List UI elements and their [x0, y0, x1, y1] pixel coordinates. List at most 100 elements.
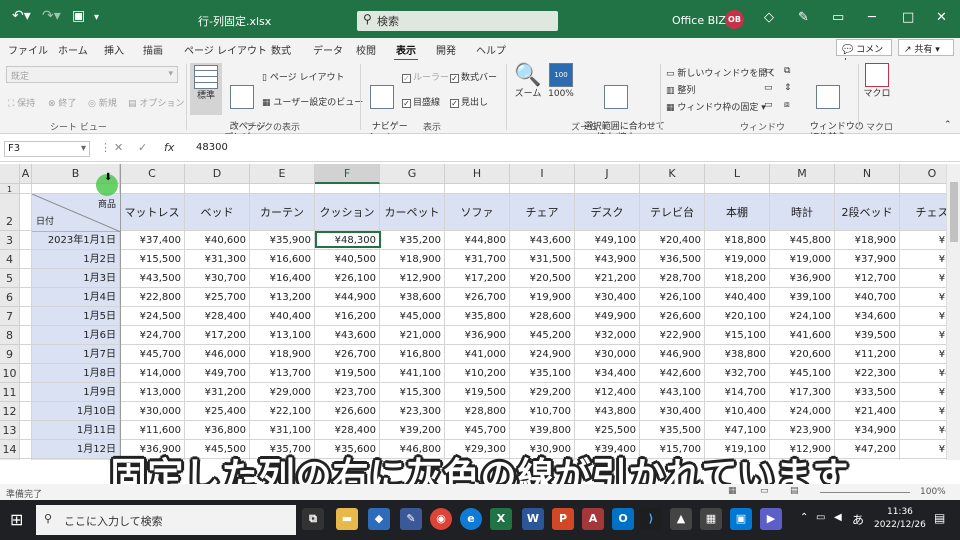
search-box[interactable]: ⚲ 検索 — [357, 11, 558, 31]
tab-insert[interactable]: 挿入 — [104, 42, 124, 57]
value-cell[interactable]: ¥45,700 — [445, 421, 510, 440]
value-cell[interactable]: ¥26,100 — [315, 269, 380, 288]
value-cell[interactable]: ¥37,900 — [835, 250, 900, 269]
value-cell[interactable]: ¥22,300 — [835, 364, 900, 383]
value-cell[interactable]: ¥46,900 — [640, 345, 705, 364]
value-cell[interactable]: ¥45,200 — [510, 326, 575, 345]
value-cell[interactable]: ¥14,000 — [120, 364, 185, 383]
value-cell[interactable]: ¥24,100 — [770, 307, 835, 326]
tab-view[interactable]: 表示 — [394, 42, 418, 62]
value-cell[interactable]: ¥34, — [900, 326, 946, 345]
table-cell[interactable] — [835, 184, 900, 194]
value-cell[interactable]: ¥18,200 — [705, 269, 770, 288]
value-cell[interactable]: ¥31,500 — [510, 250, 575, 269]
ribbon-display-icon[interactable]: ▭ — [832, 10, 844, 25]
tab-page-layout[interactable]: ページ レイアウト — [184, 42, 267, 57]
row-header-10[interactable]: 10 — [0, 364, 20, 383]
row-header-12[interactable]: 12 — [0, 402, 20, 421]
table-cell[interactable] — [640, 184, 705, 194]
select-all-corner[interactable] — [0, 164, 20, 184]
corner-header-cell[interactable]: 商品 日付 — [32, 194, 121, 232]
keep-view-button[interactable]: ⛶ 保持 — [8, 96, 35, 109]
gridlines-checkbox[interactable]: ✓ 目盛線 — [402, 95, 440, 108]
ruler-checkbox[interactable]: ✓ ルーラー — [402, 70, 449, 83]
name-box[interactable]: F3 ▾ — [4, 141, 90, 157]
value-cell[interactable]: ¥15,300 — [380, 383, 445, 402]
diamond-icon[interactable]: ◇ — [764, 10, 774, 25]
column-header-l[interactable]: L — [705, 164, 770, 184]
column-header-k[interactable]: K — [640, 164, 705, 184]
redo-icon[interactable]: ↷▾ — [42, 8, 61, 24]
file-explorer-icon[interactable]: ▬ — [336, 508, 358, 530]
column-header-m[interactable]: M — [770, 164, 835, 184]
task-view-icon[interactable]: ⧉ — [302, 508, 324, 530]
column-header-f[interactable]: F — [315, 164, 380, 184]
row-header-1[interactable]: 1 — [0, 184, 20, 194]
value-cell[interactable]: ¥39,100 — [770, 288, 835, 307]
row-header-11[interactable]: 11 — [0, 383, 20, 402]
column-header-i[interactable]: I — [510, 164, 575, 184]
value-cell[interactable]: ¥28,400 — [315, 421, 380, 440]
photos-icon[interactable]: ▣ — [730, 508, 752, 530]
product-header[interactable]: 2段ベッド — [835, 194, 900, 231]
value-cell[interactable]: ¥31,200 — [185, 383, 250, 402]
value-cell[interactable]: ¥35,800 — [445, 307, 510, 326]
value-cell[interactable]: ¥25,400 — [185, 402, 250, 421]
value-cell[interactable]: ¥31,700 — [445, 250, 510, 269]
value-cell[interactable]: ¥22,800 — [120, 288, 185, 307]
side-by-side-icon[interactable]: ⧉ — [784, 66, 790, 76]
value-cell[interactable]: ¥26,100 — [640, 288, 705, 307]
table-cell[interactable] — [20, 402, 32, 421]
value-cell[interactable]: ¥32,700 — [705, 364, 770, 383]
edge-icon[interactable]: e — [460, 508, 482, 530]
table-cell[interactable] — [250, 184, 315, 194]
value-cell[interactable]: ¥34,600 — [835, 307, 900, 326]
formula-bar-checkbox[interactable]: ✓ 数式バー — [450, 70, 497, 83]
account-name[interactable]: Office BIZ — [672, 14, 726, 27]
value-cell[interactable]: ¥21,200 — [575, 269, 640, 288]
value-cell[interactable]: ¥10,700 — [510, 402, 575, 421]
value-cell[interactable]: ¥36,500 — [640, 250, 705, 269]
value-cell[interactable]: ¥16,200 — [315, 307, 380, 326]
value-cell[interactable]: ¥30,400 — [640, 402, 705, 421]
page-break-status-icon[interactable]: ▤ — [790, 486, 799, 496]
row-header-9[interactable]: 9 — [0, 345, 20, 364]
date-cell[interactable]: 1月6日 — [32, 326, 120, 345]
value-cell[interactable]: ¥20,400 — [640, 231, 705, 250]
column-header-o[interactable]: O — [900, 164, 946, 184]
zoom-slider[interactable] — [820, 492, 910, 493]
column-header-d[interactable]: D — [185, 164, 250, 184]
date-cell[interactable]: 1月11日 — [32, 421, 120, 440]
value-cell[interactable]: ¥43,600 — [315, 326, 380, 345]
value-cell[interactable]: ¥21,000 — [380, 326, 445, 345]
word-icon[interactable]: W — [522, 508, 544, 530]
row-header-13[interactable]: 13 — [0, 421, 20, 440]
row-header-5[interactable]: 5 — [0, 269, 20, 288]
row-header-4[interactable]: 4 — [0, 250, 20, 269]
avatar[interactable]: OB — [725, 10, 744, 29]
normal-view-button[interactable]: 標準 — [190, 63, 222, 115]
unhide-icon[interactable]: ▭ — [764, 100, 773, 110]
macros-button[interactable]: マクロ — [862, 63, 892, 100]
new-view-button[interactable]: ◎ 新規 — [88, 96, 117, 109]
row-header-7[interactable]: 7 — [0, 307, 20, 326]
share-button[interactable]: ↗ 共有 ▾ — [898, 39, 954, 56]
scrollbar-thumb[interactable] — [950, 182, 958, 242]
app-icon[interactable]: ▲ — [670, 508, 692, 530]
value-cell[interactable]: ¥30,400 — [575, 288, 640, 307]
row-header-6[interactable]: 6 — [0, 288, 20, 307]
table-cell[interactable] — [20, 194, 32, 231]
value-cell[interactable]: ¥17,300 — [770, 383, 835, 402]
value-cell[interactable]: ¥42,600 — [640, 364, 705, 383]
pen-icon[interactable]: ✎ — [798, 10, 809, 25]
vscode-icon[interactable]: ⟩ — [640, 508, 662, 530]
product-header[interactable]: デスク — [575, 194, 640, 231]
value-cell[interactable]: ¥16,400 — [250, 269, 315, 288]
product-header[interactable]: カーペット — [380, 194, 445, 231]
value-cell[interactable]: ¥18,800 — [705, 231, 770, 250]
value-cell[interactable]: ¥49,100 — [575, 231, 640, 250]
value-cell[interactable]: ¥40,400 — [250, 307, 315, 326]
value-cell[interactable]: ¥35,200 — [380, 231, 445, 250]
value-cell[interactable]: ¥11,200 — [835, 345, 900, 364]
table-cell[interactable] — [20, 184, 32, 194]
